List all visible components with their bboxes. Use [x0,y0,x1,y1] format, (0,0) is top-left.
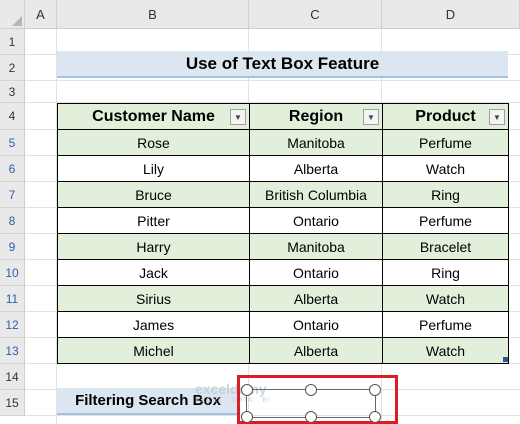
column-header-a[interactable]: A [25,0,57,29]
resize-handle-bottom-right[interactable] [369,411,381,423]
row-header-7[interactable]: 7 [0,182,25,208]
table-cell[interactable]: Ring [382,259,509,286]
column-header-b[interactable]: B [57,0,249,29]
row-header-9[interactable]: 9 [0,234,25,260]
resize-handle-top-right[interactable] [369,384,381,396]
row-header-4[interactable]: 4 [0,103,25,130]
header-customer-name: Customer Name ▼ [57,103,250,130]
table-cell[interactable]: Perfume [382,207,509,234]
row-header-13[interactable]: 13 [0,338,25,364]
row-header-1[interactable]: 1 [0,29,25,55]
table-cell[interactable]: Alberta [249,337,383,364]
data-table: Customer Name ▼ Region ▼ Product ▼ Rose M… [57,103,509,364]
resize-handle-bottom-left[interactable] [241,411,253,423]
table-cell[interactable]: Ontario [249,207,383,234]
table-cell[interactable]: Rose [57,129,250,156]
column-header-c[interactable]: C [249,0,382,29]
filter-dropdown-icon[interactable]: ▼ [363,109,379,125]
row-header-3[interactable]: 3 [0,81,25,103]
header-product: Product ▼ [382,103,509,130]
sheet-title: Use of Text Box Feature [57,51,508,78]
row-header-8[interactable]: 8 [0,208,25,234]
table-cell[interactable]: Ontario [249,259,383,286]
resize-handle-top-left[interactable] [241,384,253,396]
table-cell[interactable]: Alberta [249,285,383,312]
table-row: Rose Manitoba Perfume [57,129,509,156]
table-row: Lily Alberta Watch [57,155,509,182]
table-cell[interactable]: Watch [382,155,509,182]
table-cell[interactable]: Alberta [249,155,383,182]
table-cell[interactable]: Perfume [382,129,509,156]
gridline [25,80,520,81]
table-resize-handle[interactable] [503,357,508,362]
table-cell[interactable]: Bracelet [382,233,509,260]
table-row: Bruce British Columbia Ring [57,181,509,208]
select-all-corner[interactable] [0,0,25,29]
table-cell[interactable]: Michel [57,337,250,364]
header-region: Region ▼ [249,103,383,130]
resize-handle-bottom-middle[interactable] [305,411,317,423]
filter-dropdown-icon[interactable]: ▼ [230,109,246,125]
table-cell[interactable]: Sirius [57,285,250,312]
row-header-14[interactable]: 14 [0,364,25,390]
row-header-10[interactable]: 10 [0,260,25,286]
table-cell[interactable]: Perfume [382,311,509,338]
table-cell[interactable]: Ring [382,181,509,208]
table-row: Jack Ontario Ring [57,259,509,286]
row-header-5[interactable]: 5 [0,130,25,156]
table-cell[interactable]: Watch [382,285,509,312]
table-row: Pitter Ontario Perfume [57,207,509,234]
row-header-2[interactable]: 2 [0,55,25,81]
filter-active-icon[interactable]: ▼ [489,109,505,125]
table-row: James Ontario Perfume [57,311,509,338]
table-cell[interactable]: James [57,311,250,338]
table-cell[interactable]: Watch [382,337,509,364]
table-row: Sirius Alberta Watch [57,285,509,312]
table-row: Michel Alberta Watch [57,337,509,364]
resize-handle-top-middle[interactable] [305,384,317,396]
table-cell[interactable]: Manitoba [249,233,383,260]
table-row: Harry Manitoba Bracelet [57,233,509,260]
row-header-15[interactable]: 15 [0,390,25,416]
column-header-d[interactable]: D [382,0,520,29]
row-header-12[interactable]: 12 [0,312,25,338]
table-cell[interactable]: Bruce [57,181,250,208]
table-cell[interactable]: British Columbia [249,181,383,208]
row-header-6[interactable]: 6 [0,156,25,182]
table-cell[interactable]: Manitoba [249,129,383,156]
table-cell[interactable]: Jack [57,259,250,286]
table-cell[interactable]: Ontario [249,311,383,338]
row-header-11[interactable]: 11 [0,286,25,312]
table-cell[interactable]: Lily [57,155,250,182]
table-cell[interactable]: Pitter [57,207,250,234]
table-cell[interactable]: Harry [57,233,250,260]
